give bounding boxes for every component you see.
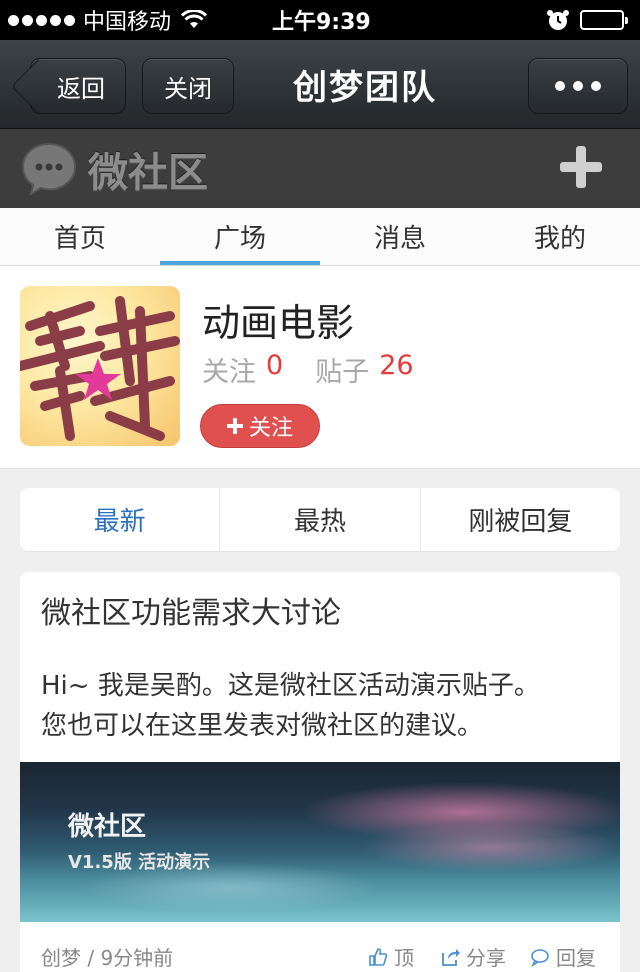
post-body-line: 您也可以在这里发表对微社区的建议。 [41, 711, 484, 741]
thumbs-up-icon [369, 947, 388, 966]
reply-button[interactable]: 回复 [530, 942, 596, 971]
post-card[interactable]: 微社区功能需求大讨论 Hi~ 我是吴酌。这是微社区活动演示贴子。 您也可以在这里… [20, 572, 620, 972]
close-button-label: 关闭 [164, 74, 212, 103]
more-options-button[interactable] [528, 58, 628, 114]
posts-count: 26 [379, 350, 414, 381]
chat-bubble-logo-icon [21, 142, 77, 197]
add-post-button[interactable] [560, 146, 602, 188]
alarm-icon [547, 10, 569, 30]
back-button[interactable]: 返回 [30, 58, 126, 114]
followers-count: 0 [266, 350, 284, 381]
post-image-title: 微社区 [68, 812, 147, 842]
post-title[interactable]: 微社区功能需求大讨论 [41, 588, 341, 632]
share-label: 分享 [466, 946, 506, 970]
more-dots-icon [555, 81, 565, 91]
follow-button-label: 关注 [248, 416, 293, 441]
carrier-name: 中国移动 [83, 10, 172, 35]
community-name: 微社区 [88, 150, 208, 196]
signal-strength-icon [8, 14, 75, 26]
share-button[interactable]: 分享 [440, 942, 506, 971]
back-button-label: 返回 [57, 74, 105, 103]
follow-button[interactable]: 关注 [200, 404, 320, 448]
clock: 上午9:39 [272, 10, 371, 35]
tab-home[interactable]: 首页 [0, 208, 160, 265]
group-header: 动画电影 关注 0 贴子 26 关注 [0, 266, 640, 469]
sort-hottest[interactable]: 最热 [219, 488, 419, 551]
group-logo-art [20, 296, 180, 441]
post-image[interactable]: 微社区 V1.5版 活动演示 [20, 762, 620, 922]
post-footer: 创梦 / 9分钟前 顶 分享 回复 [20, 932, 620, 972]
close-button[interactable]: 关闭 [142, 58, 234, 114]
like-label: 顶 [394, 946, 414, 970]
reply-label: 回复 [556, 946, 596, 970]
tab-mine[interactable]: 我的 [480, 208, 640, 265]
tab-bar: 首页 广场 消息 我的 [0, 208, 640, 266]
post-body: Hi~ 我是吴酌。这是微社区活动演示贴子。 您也可以在这里发表对微社区的建议。 [41, 666, 601, 746]
community-header: 微社区 [0, 129, 640, 208]
share-icon [442, 948, 460, 966]
group-avatar[interactable] [20, 286, 180, 446]
plus-icon [226, 418, 243, 434]
battery-icon [580, 10, 628, 30]
sort-segmented-control: 最新 最热 刚被回复 [20, 488, 620, 551]
followers-label: 关注 [202, 357, 256, 388]
comment-icon [531, 948, 549, 967]
post-meta: 创梦 / 9分钟前 [41, 946, 174, 970]
post-body-line: Hi~ 我是吴酌。这是微社区活动演示贴子。 [41, 671, 540, 701]
page-title: 创梦团队 [293, 67, 437, 108]
tab-square[interactable]: 广场 [160, 208, 320, 265]
group-stats: 关注 0 贴子 26 [202, 350, 436, 389]
navigation-bar: 返回 关闭 创梦团队 [0, 40, 640, 129]
post-image-subtitle: V1.5版 活动演示 [68, 852, 211, 873]
tab-messages[interactable]: 消息 [320, 208, 480, 265]
wifi-icon [181, 10, 208, 28]
like-button[interactable]: 顶 [368, 942, 414, 971]
posts-label: 贴子 [315, 357, 370, 388]
status-bar: 中国移动 上午9:39 [0, 0, 640, 40]
sort-recently-replied[interactable]: 刚被回复 [419, 488, 620, 551]
group-title: 动画电影 [202, 301, 355, 345]
sort-latest[interactable]: 最新 [20, 488, 219, 551]
